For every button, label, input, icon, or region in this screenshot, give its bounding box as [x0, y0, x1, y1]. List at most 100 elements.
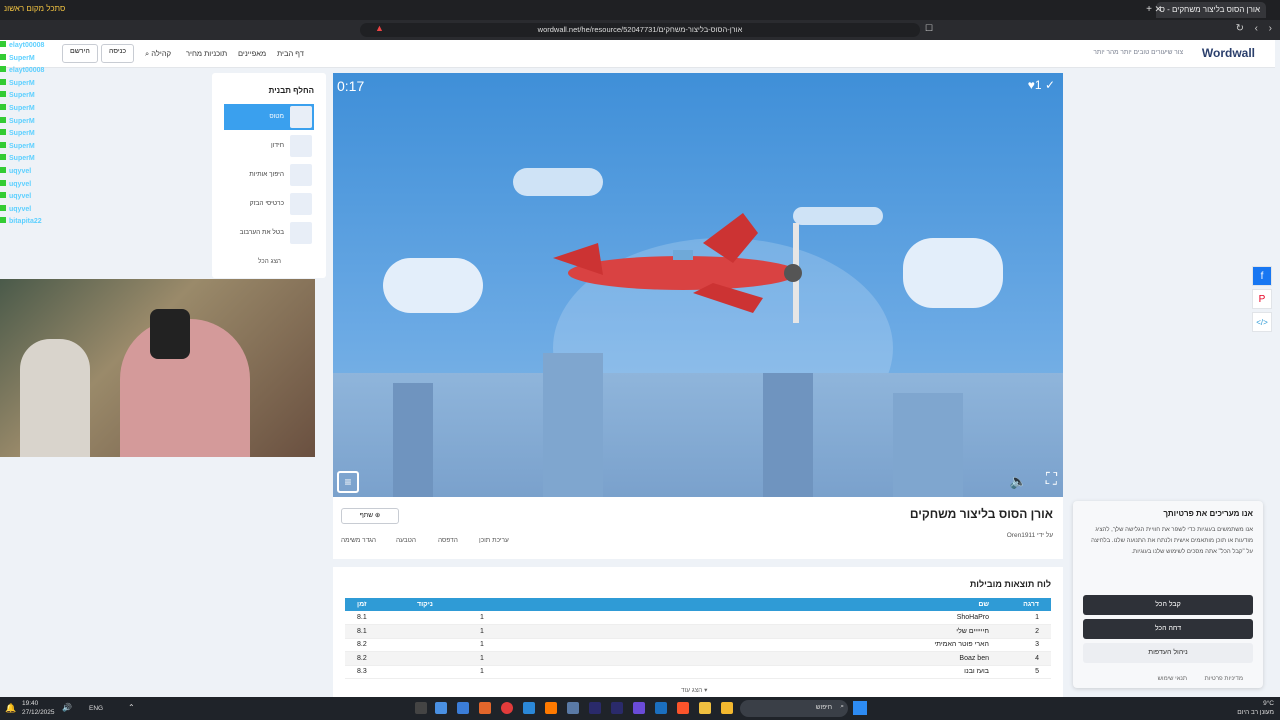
- badge-icon: [0, 103, 6, 110]
- set-assignment-link[interactable]: הגדר משימה: [341, 537, 376, 544]
- app-icon[interactable]: [501, 702, 513, 714]
- table-row: 8.3 1 בועז ובנו 5: [345, 665, 1051, 679]
- taskbar-date[interactable]: 27/12/2025: [22, 709, 55, 716]
- nav-home[interactable]: דף הבית: [277, 49, 304, 58]
- print-link[interactable]: הדפסה: [438, 537, 458, 544]
- template-item[interactable]: חידון: [224, 133, 314, 159]
- close-tab-icon[interactable]: ✕: [1154, 4, 1162, 15]
- embed-share-icon[interactable]: </>: [1252, 312, 1272, 332]
- leaderboard-title: לוח תוצאות מובילות: [969, 579, 1051, 589]
- template-label: חידון: [271, 142, 284, 149]
- volume-icon[interactable]: 🔈: [1010, 473, 1027, 490]
- person-left: [20, 339, 90, 457]
- wordwall-logo[interactable]: Wordwall: [1202, 46, 1255, 60]
- chat-message: SuperM: [0, 153, 212, 166]
- app-icon[interactable]: [677, 702, 689, 714]
- badge-icon: [0, 91, 6, 98]
- show-more-label: הצג עוד: [681, 687, 703, 694]
- chat-username: uqyvel: [9, 167, 32, 175]
- cell-time: 8.2: [345, 651, 405, 666]
- facebook-share-icon[interactable]: f: [1252, 266, 1272, 286]
- template-item[interactable]: היפוך אותיות: [224, 162, 314, 188]
- app-icon[interactable]: [435, 702, 447, 714]
- app-icon[interactable]: [611, 702, 623, 714]
- weather-desc[interactable]: מעונן רב היום: [1237, 709, 1274, 716]
- terms-link[interactable]: תנאי שימוש: [1158, 676, 1187, 682]
- taskbar-search[interactable]: חיפוש ⌕: [740, 700, 848, 717]
- language-indicator[interactable]: ENG: [89, 705, 103, 712]
- accept-all-button[interactable]: קבל הכל: [1083, 595, 1253, 615]
- template-picker: החלף תבנית מטוס חידון היפוך אותיות כרטיסי ה…: [212, 73, 326, 278]
- chat-message: SuperM: [0, 141, 212, 154]
- app-icon[interactable]: [567, 702, 579, 714]
- weather-temp[interactable]: 9°C: [1263, 700, 1274, 707]
- app-icon[interactable]: [523, 702, 535, 714]
- privacy-policy-link[interactable]: מדיניות פרטיות: [1205, 676, 1243, 682]
- browser-tab[interactable]: אורן הסוס בליצור משחקים - ס: [1156, 2, 1266, 18]
- cell-rank: 3: [1001, 638, 1051, 652]
- folder-icon[interactable]: [721, 702, 733, 714]
- cell-time: 8.2: [345, 638, 405, 652]
- volume-tray-icon[interactable]: 🔊: [62, 703, 72, 712]
- template-item[interactable]: בטל את הערבוב: [224, 220, 314, 246]
- show-more-link[interactable]: הצג עוד ▾: [681, 686, 707, 694]
- app-icon[interactable]: [699, 702, 711, 714]
- search-icon: ⌕: [840, 703, 844, 710]
- tray-chevron-icon[interactable]: ⌃: [128, 703, 135, 712]
- cell-name: חיייייים שלי: [495, 624, 1001, 639]
- template-item[interactable]: כרטיסי הבזק: [224, 191, 314, 217]
- activity-author[interactable]: Oren1911 על ידי: [1007, 532, 1053, 539]
- show-all-templates-link[interactable]: הצג הכל: [258, 258, 281, 265]
- table-row: 8.2 1 הארי פוטר האמיתי 3: [345, 638, 1051, 652]
- bookmark-icon[interactable]: ☐: [925, 23, 933, 34]
- game-canvas[interactable]: 0:17 ♥1 ✓ ≡ 🔈 ⛶: [333, 73, 1063, 497]
- app-icon[interactable]: [633, 702, 645, 714]
- app-icon[interactable]: [415, 702, 427, 714]
- microphone: [150, 309, 190, 359]
- pinterest-share-icon[interactable]: P: [1252, 289, 1272, 309]
- back-icon[interactable]: ›: [1269, 23, 1272, 34]
- heart-icon: ♥: [1027, 78, 1035, 92]
- windows-start-icon[interactable]: [853, 701, 867, 715]
- address-bar[interactable]: wordwall.net/he/resource/52047731/אורן-ה…: [360, 23, 920, 37]
- col-name: שם: [495, 598, 1001, 611]
- cell-score: 1: [405, 611, 496, 625]
- badge-icon: [0, 116, 6, 123]
- building: [893, 393, 963, 497]
- app-icon[interactable]: [545, 702, 557, 714]
- chat-message: SuperM: [0, 53, 212, 66]
- template-item[interactable]: מטוס: [224, 104, 314, 130]
- score-value: 1: [1034, 78, 1042, 92]
- app-icon[interactable]: [457, 702, 469, 714]
- app-icon[interactable]: [589, 702, 601, 714]
- brave-shield-icon[interactable]: ▲: [375, 23, 384, 33]
- app-icon[interactable]: [479, 702, 491, 714]
- forward-icon[interactable]: ‹: [1255, 23, 1258, 34]
- new-tab-icon[interactable]: +: [1146, 4, 1152, 15]
- airplane-icon: [553, 213, 802, 323]
- embed-link[interactable]: הטבעה: [396, 537, 416, 544]
- notification-icon[interactable]: 🔔: [5, 703, 16, 714]
- share-button[interactable]: שתף ⊕: [341, 508, 399, 524]
- template-thumbnail-icon: [290, 193, 312, 215]
- taskbar-time[interactable]: 19:40: [22, 700, 38, 707]
- badge-icon: [0, 166, 6, 173]
- edit-content-link[interactable]: עריכת תוכן: [479, 537, 509, 544]
- reject-all-button[interactable]: דחה הכל: [1083, 619, 1253, 639]
- windows-taskbar: 19:40 27/12/2025 🔔 ENG 🔊 ⌃ חיפוש ⌕ 9°C מ…: [0, 697, 1280, 720]
- badge-icon: [0, 179, 6, 186]
- fullscreen-icon[interactable]: ⛶: [1046, 471, 1057, 489]
- menu-icon[interactable]: ≡: [337, 471, 359, 493]
- chat-message: uqyvel: [0, 179, 212, 192]
- badge-icon: [0, 78, 6, 85]
- check-icon: ✓: [1044, 78, 1055, 92]
- nav-features[interactable]: מאפיינים: [238, 49, 266, 58]
- app-icon[interactable]: [655, 702, 667, 714]
- reload-icon[interactable]: ↻: [1236, 23, 1244, 34]
- chat-username: elayt00008: [9, 67, 45, 75]
- manage-preferences-button[interactable]: ניהול העדפות: [1083, 643, 1253, 663]
- chat-message: uqyvel: [0, 191, 212, 204]
- template-picker-title: החלף תבנית: [268, 86, 314, 95]
- badge-icon: [0, 141, 6, 148]
- table-row: 8.1 1 ShoHaPro 1: [345, 611, 1051, 625]
